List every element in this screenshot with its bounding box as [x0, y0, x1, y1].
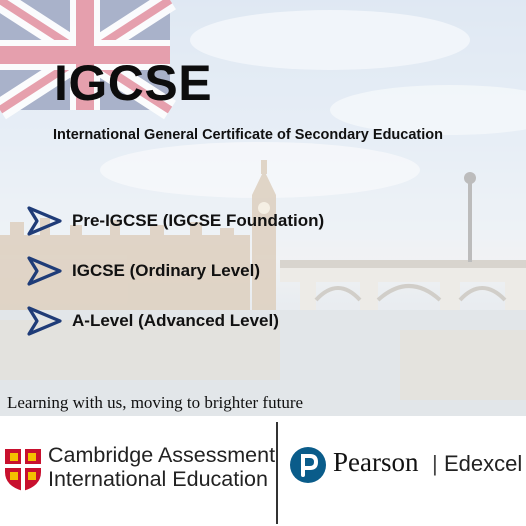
program-label: IGCSE (Ordinary Level) [72, 261, 260, 280]
program-list: Pre-IGCSE (IGCSE Foundation) IGCSE (Ordi… [26, 196, 324, 346]
logo-divider [276, 422, 278, 524]
brand-separator: | [432, 451, 438, 476]
pearson-logo-icon [290, 447, 326, 483]
list-item: Pre-IGCSE (IGCSE Foundation) [26, 196, 324, 246]
chevron-right-icon [27, 306, 62, 336]
page-subtitle: International General Certificate of Sec… [53, 127, 443, 143]
cambridge-subname: International Education [48, 467, 268, 491]
pearson-name: Pearson [333, 447, 419, 477]
chevron-right-icon [27, 206, 62, 236]
footer-logos: Cambridge Assessment International Educa… [0, 416, 526, 526]
list-item: IGCSE (Ordinary Level) [26, 246, 324, 296]
list-item: A-Level (Advanced Level) [26, 296, 324, 346]
chevron-right-icon [27, 256, 62, 286]
cambridge-name: Cambridge Assessment [48, 443, 276, 467]
cambridge-shield-icon [5, 449, 41, 491]
page-title: IGCSE [54, 55, 213, 111]
program-label: A-Level (Advanced Level) [72, 311, 279, 330]
program-label: Pre-IGCSE (IGCSE Foundation) [72, 211, 325, 230]
tagline: Learning with us, moving to brighter fut… [7, 393, 304, 412]
edexcel-name: Edexcel [444, 451, 523, 476]
